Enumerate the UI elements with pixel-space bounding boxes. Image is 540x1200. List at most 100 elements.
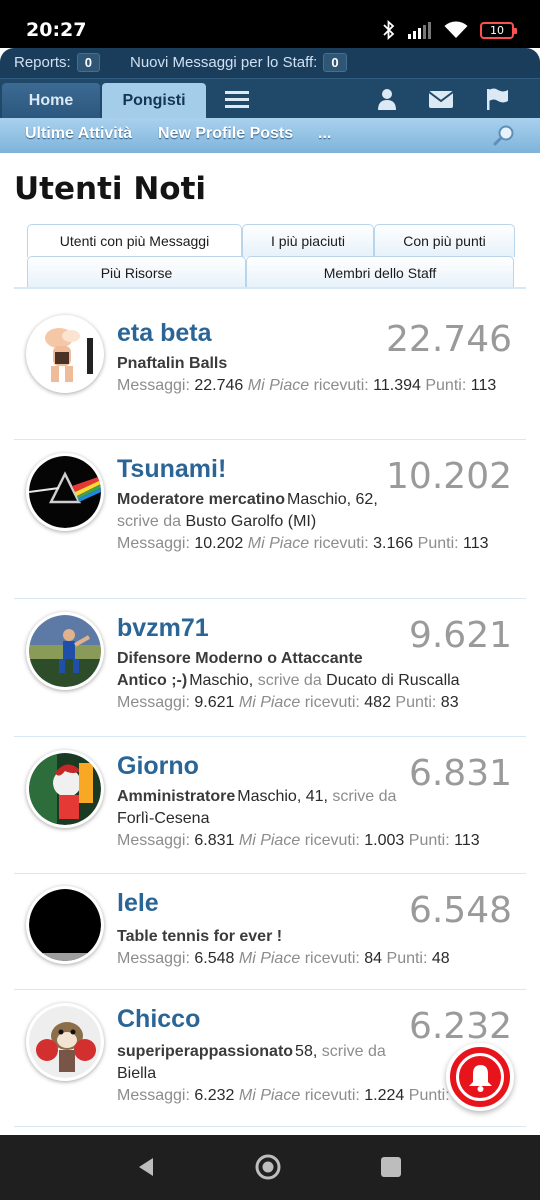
messages-value: 6.831 (194, 832, 235, 849)
messages-label: Messaggi: (117, 535, 190, 552)
likes-value: 1.224 (364, 1087, 405, 1104)
tabs-row-1: Utenti con più Messaggi I più piaciuti C… (14, 224, 526, 257)
mail-icon[interactable] (428, 87, 454, 111)
username[interactable]: Chicco (117, 1005, 200, 1034)
home-icon[interactable] (254, 1153, 282, 1181)
menu-icon[interactable] (224, 87, 250, 111)
sub-link-more[interactable]: ... (318, 125, 331, 143)
likes-label-em: Mi Piace (247, 377, 310, 394)
username[interactable]: Tsunami! (117, 455, 226, 484)
avatar-image (29, 615, 101, 687)
likes-label: ricevuti: (304, 694, 360, 711)
likes-label: ricevuti: (304, 950, 360, 967)
tab-pongisti[interactable]: Pongisti (102, 83, 206, 119)
points-value: 113 (454, 832, 480, 849)
flag-icon[interactable] (484, 87, 510, 111)
user-location: Ducato di Ruscalla (326, 672, 460, 689)
notification-button[interactable] (446, 1043, 514, 1111)
points-label: Punti: (408, 832, 450, 849)
user-title: Amministratore (117, 788, 236, 805)
user-info: Difensore Moderno o Attaccante Antico ;-… (117, 648, 497, 714)
user-title: Table tennis for ever ! (117, 928, 283, 945)
user-location: Biella (117, 1065, 157, 1082)
user-details: Maschio, 41, (237, 788, 328, 805)
user-info: superiperappassionato 58, scrive da Biell… (117, 1041, 417, 1085)
sub-link-latest[interactable]: Ultime Attività (25, 125, 132, 143)
user-stats: Messaggi: 10.202 Mi Piace ricevuti: 3.16… (117, 533, 517, 555)
message-count: 6.232 (408, 1006, 512, 1047)
message-count: 6.548 (408, 890, 512, 931)
reports-link[interactable]: Reports: 0 (14, 53, 100, 72)
messages-value: 6.232 (194, 1087, 235, 1104)
avatar-image (29, 318, 101, 390)
user-title: superiperappassionato (117, 1043, 294, 1060)
avatar[interactable] (26, 1003, 104, 1081)
likes-label-em: Mi Piace (247, 535, 310, 552)
tab-most-liked[interactable]: I più piaciuti (242, 224, 374, 257)
likes-value: 3.166 (373, 535, 414, 552)
staff-messages-link[interactable]: Nuovi Messaggi per lo Staff: 0 (130, 53, 347, 72)
avatar[interactable] (26, 886, 104, 964)
writes-from-label: scrive da (257, 672, 322, 689)
search-icon[interactable] (492, 123, 516, 147)
tab-most-resources[interactable]: Più Risorse (27, 256, 246, 289)
staff-bar: Reports: 0 Nuovi Messaggi per lo Staff: … (0, 48, 540, 78)
points-label: Punti: (386, 950, 428, 967)
list-item: bvzm71 9.621 Difensore Moderno o Attacca… (14, 599, 526, 737)
username[interactable]: Giorno (117, 752, 199, 781)
user-location: Busto Garolfo (MI) (185, 513, 317, 530)
page-title: Utenti Noti (14, 171, 207, 207)
avatar[interactable] (26, 612, 104, 690)
signal-icon (408, 22, 431, 39)
user-info: Table tennis for ever ! Messaggi: 6.548 … (117, 926, 517, 970)
avatar-image (29, 456, 101, 528)
writes-from-label: scrive da (332, 788, 397, 805)
username[interactable]: eta beta (117, 319, 211, 348)
username[interactable]: bvzm71 (117, 614, 209, 643)
user-location: Forlì-Cesena (117, 810, 210, 827)
messages-label: Messaggi: (117, 694, 190, 711)
tab-most-messages[interactable]: Utenti con più Messaggi (27, 224, 242, 257)
tab-most-points[interactable]: Con più punti (374, 224, 515, 257)
likes-label-em: Mi Piace (238, 694, 301, 711)
user-info: Moderatore mercatino Maschio, 62, scrive … (117, 489, 407, 533)
username[interactable]: lele (117, 889, 159, 918)
tabs-divider (14, 287, 526, 289)
tabs-row-2: Più Risorse Membri dello Staff (14, 256, 526, 289)
user-info: Pnaftalin Balls Messaggi: 22.746 Mi Piac… (117, 353, 517, 397)
battery-icon: 10 (480, 21, 517, 39)
user-title-cont: Antico ;-) (117, 672, 188, 689)
staff-messages-label: Nuovi Messaggi per lo Staff: (130, 54, 318, 71)
reports-count: 0 (76, 53, 100, 72)
likes-label: ricevuti: (304, 832, 360, 849)
avatar[interactable] (26, 315, 104, 393)
back-icon[interactable] (134, 1155, 158, 1179)
likes-label-em: Mi Piace (238, 832, 301, 849)
bluetooth-icon (383, 20, 395, 40)
writes-from-label: scrive da (117, 513, 182, 530)
tab-home[interactable]: Home (2, 83, 100, 119)
main-content: Utenti Noti Utenti con più Messaggi I pi… (0, 153, 540, 1135)
writes-from-label: scrive da (321, 1043, 386, 1060)
staff-messages-count: 0 (323, 53, 347, 72)
list-item: Chicco 6.232 superiperappassionato 58, sc… (14, 990, 526, 1127)
user-info: Amministratore Maschio, 41, scrive da For… (117, 786, 427, 830)
avatar[interactable] (26, 750, 104, 828)
list-item: Tsunami! 10.202 Moderatore mercatino Masc… (14, 440, 526, 599)
reports-label: Reports: (14, 54, 71, 71)
sub-link-profile-posts[interactable]: New Profile Posts (158, 125, 293, 143)
tab-staff-members[interactable]: Membri dello Staff (246, 256, 514, 289)
user-stats: Messaggi: 6.831 Mi Piace ricevuti: 1.003… (117, 830, 517, 852)
messages-value: 9.621 (194, 694, 235, 711)
avatar-image (29, 889, 101, 961)
likes-label-em: Mi Piace (238, 950, 301, 967)
recents-icon[interactable] (380, 1156, 402, 1178)
likes-label: ricevuti: (313, 377, 369, 394)
avatar[interactable] (26, 453, 104, 531)
user-icon[interactable] (374, 87, 400, 111)
sub-nav: Ultime Attività New Profile Posts ... (0, 118, 540, 153)
main-nav: Home Pongisti (0, 78, 540, 119)
messages-label: Messaggi: (117, 832, 190, 849)
avatar-image (29, 753, 101, 825)
user-title: Difensore Moderno o Attaccante (117, 650, 363, 667)
